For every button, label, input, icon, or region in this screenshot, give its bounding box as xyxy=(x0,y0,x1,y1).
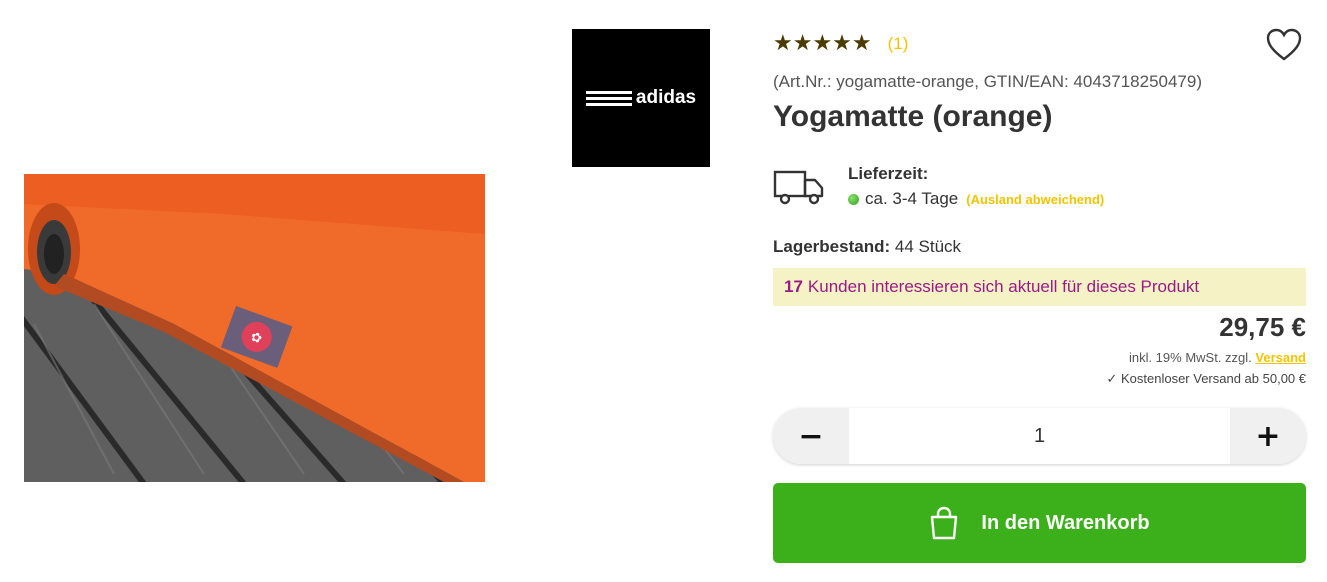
interest-banner: 17 Kunden interessieren sich aktuell für… xyxy=(773,268,1306,306)
price: 29,75 € xyxy=(1219,312,1306,342)
quantity-increase-button[interactable]: + xyxy=(1230,408,1306,464)
interest-count: 17 xyxy=(784,277,803,296)
wishlist-heart-icon[interactable] xyxy=(1266,28,1302,64)
shopping-bag-icon xyxy=(931,506,958,540)
sku-line: (Art.Nr.: yogamatte-orange, GTIN/EAN: 40… xyxy=(773,72,1203,91)
rating[interactable]: ★★★★★ (1) xyxy=(773,32,908,56)
delivery-info: Lieferzeit: ca. 3-4 Tage (Ausland abweic… xyxy=(773,164,1306,210)
stock-value: 44 Stück xyxy=(894,237,962,256)
stock-label: Lagerbestand: xyxy=(773,237,891,256)
product-title: Yogamatte (orange) xyxy=(773,100,1053,133)
rating-count[interactable]: (1) xyxy=(888,34,909,54)
quantity-input[interactable] xyxy=(849,408,1230,464)
truck-icon xyxy=(773,170,824,205)
add-to-cart-button[interactable]: In den Warenkorb xyxy=(773,483,1306,563)
interest-text: Kunden interessieren sich aktuell für di… xyxy=(807,277,1200,296)
tax-text: inkl. 19% MwSt. zzgl. xyxy=(1128,350,1252,365)
stock-info: Lagerbestand: 44 Stück xyxy=(773,237,961,257)
add-to-cart-label: In den Warenkorb xyxy=(981,511,1150,534)
free-shipping-note: ✓ Kostenloser Versand ab 50,00 € xyxy=(1106,371,1306,386)
delivery-label: Lieferzeit: xyxy=(848,164,929,183)
availability-dot-icon xyxy=(848,193,859,205)
product-image[interactable]: ✿ xyxy=(24,174,485,482)
brand-name: adidas xyxy=(635,87,697,108)
quantity-decrease-button[interactable]: − xyxy=(773,408,849,464)
adidas-stripes-icon xyxy=(585,90,632,106)
rating-stars-icon: ★★★★★ xyxy=(773,31,872,56)
quantity-stepper: − + xyxy=(773,408,1306,464)
delivery-time: ca. 3-4 Tage xyxy=(865,189,959,208)
brand-logo[interactable]: adidas xyxy=(572,29,710,167)
delivery-row: ca. 3-4 Tage (Ausland abweichend) xyxy=(848,189,1104,209)
yoga-mat-photo: ✿ xyxy=(24,174,485,482)
shipping-link[interactable]: Versand xyxy=(1255,350,1306,365)
delivery-note: (Ausland abweichend) xyxy=(966,191,1105,207)
tax-info: inkl. 19% MwSt. zzgl. Versand xyxy=(1129,350,1306,365)
